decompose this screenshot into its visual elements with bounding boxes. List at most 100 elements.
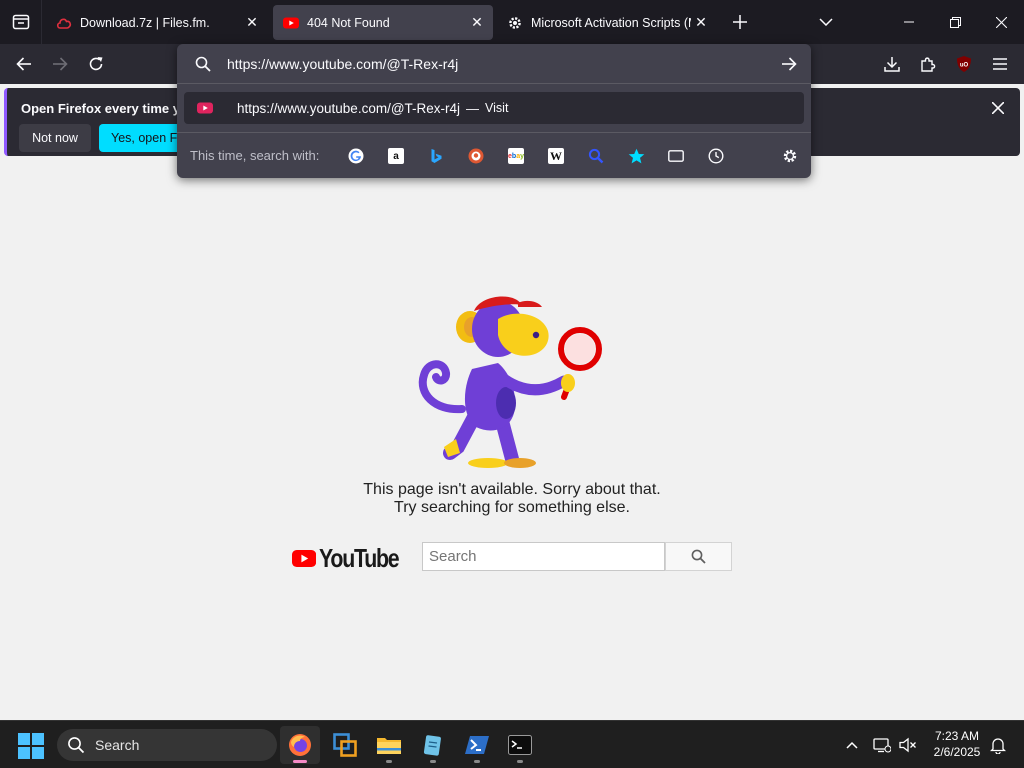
bell-icon <box>990 737 1006 754</box>
restore-icon <box>949 16 961 28</box>
engine-search-button[interactable] <box>585 145 607 167</box>
engine-wikipedia-button[interactable]: W <box>545 145 567 167</box>
taskbar-virtualbox[interactable] <box>325 726 365 764</box>
active-app-indicator <box>293 760 307 763</box>
close-window-button[interactable] <box>978 0 1024 44</box>
taskbar-search-box[interactable]: Search <box>57 729 277 761</box>
taskbar-firefox[interactable] <box>280 726 320 764</box>
engine-amazon-button[interactable]: a <box>385 145 407 167</box>
firefox-view-button[interactable] <box>0 0 42 44</box>
minimize-button[interactable] <box>886 0 932 44</box>
tab-title: Download.7z | Files.fm. <box>80 15 210 30</box>
bing-icon <box>431 149 442 163</box>
search-icon <box>195 56 211 72</box>
url-input-row <box>177 44 811 84</box>
url-suggestion-visit[interactable]: https://www.youtube.com/@T-Rex-r4j — Vis… <box>184 92 804 124</box>
app-menu-button[interactable] <box>984 48 1016 80</box>
firefox-icon <box>289 734 311 756</box>
network-icon <box>873 738 891 753</box>
virtualbox-icon <box>333 733 357 757</box>
page-content: This page isn't available. Sorry about t… <box>0 161 1024 720</box>
speaker-muted-icon <box>899 737 916 753</box>
svg-text:uO: uO <box>960 63 969 69</box>
search-with-label: This time, search with: <box>190 148 320 163</box>
files-fm-icon <box>56 15 72 31</box>
history-search-button[interactable] <box>705 145 727 167</box>
tab-close-icon[interactable]: ✕ <box>242 13 262 33</box>
tab-close-icon[interactable]: ✕ <box>467 13 487 33</box>
ublock-origin-button[interactable]: uO <box>948 48 980 80</box>
clock-time: 7:23 AM <box>934 729 980 743</box>
tabs-search-button[interactable] <box>665 145 687 167</box>
forward-button[interactable] <box>44 48 76 80</box>
windows-taskbar: Search 7:23 AM 2/6/2025 <box>0 720 1024 768</box>
search-icon <box>691 549 706 564</box>
reload-icon <box>89 57 103 71</box>
tab-title: 404 Not Found <box>307 15 390 30</box>
notification-close-button[interactable] <box>988 98 1008 118</box>
network-status-button[interactable] <box>870 721 894 768</box>
suggestion-url: https://www.youtube.com/@T-Rex-r4j <box>237 100 461 116</box>
star-icon <box>628 148 644 163</box>
youtube-icon <box>283 15 299 31</box>
ublock-origin-icon: uO <box>957 56 971 72</box>
notepad-icon <box>423 735 441 756</box>
powershell-icon <box>465 736 489 754</box>
notifications-button[interactable] <box>986 721 1010 768</box>
list-all-tabs-button[interactable] <box>812 8 840 36</box>
go-button[interactable] <box>777 54 801 74</box>
wikipedia-icon: W <box>548 148 564 164</box>
youtube-search-button[interactable] <box>665 542 732 571</box>
running-app-indicator <box>386 760 392 763</box>
tab-404-not-found[interactable]: 404 Not Found ✕ <box>273 5 493 40</box>
new-tab-button[interactable] <box>726 8 754 36</box>
terminal-icon <box>508 735 532 755</box>
tab-strip: Download.7z | Files.fm. ✕ 404 Not Found … <box>0 0 1024 44</box>
chevron-down-icon <box>819 18 833 26</box>
engine-ebay-button[interactable]: ebay <box>505 145 527 167</box>
suggestion-separator: — <box>466 100 480 116</box>
search-icon <box>68 737 85 754</box>
gear-icon <box>783 149 797 163</box>
taskbar-terminal[interactable] <box>500 726 540 764</box>
extensions-button[interactable] <box>912 48 944 80</box>
google-icon <box>348 148 364 164</box>
back-arrow-icon <box>16 57 31 71</box>
running-app-indicator <box>430 760 436 763</box>
plus-icon <box>733 15 747 29</box>
reload-button[interactable] <box>80 48 112 80</box>
back-button[interactable] <box>8 48 40 80</box>
not-now-button[interactable]: Not now <box>19 124 91 152</box>
downloads-button[interactable] <box>876 48 908 80</box>
restore-button[interactable] <box>932 0 978 44</box>
taskbar-notepad[interactable] <box>413 726 453 764</box>
puzzle-icon <box>921 57 936 72</box>
taskbar-file-explorer[interactable] <box>369 726 409 764</box>
error-suggestion: Try searching for something else. <box>394 499 630 516</box>
taskbar-clock[interactable]: 7:23 AM 2/6/2025 <box>924 728 990 760</box>
volume-button[interactable] <box>896 721 920 768</box>
hamburger-menu-icon <box>993 58 1007 70</box>
search-settings-button[interactable] <box>779 145 801 167</box>
tab-close-icon[interactable]: ✕ <box>691 13 711 33</box>
tab-microsoft-activation-scripts[interactable]: Microsoft Activation Scripts (MAS) ✕ <box>497 5 717 40</box>
youtube-icon <box>197 102 213 114</box>
url-input[interactable] <box>227 53 757 75</box>
tab-download-7z[interactable]: Download.7z | Files.fm. ✕ <box>46 5 268 40</box>
folder-icon <box>377 738 401 754</box>
duckduckgo-icon <box>468 148 484 164</box>
youtube-logo[interactable]: YouTube <box>292 543 416 573</box>
show-hidden-icons-button[interactable] <box>840 721 864 768</box>
search-engines-row: This time, search with: a ebay W <box>177 132 811 178</box>
youtube-search-input[interactable] <box>422 542 665 571</box>
windows-start-icon[interactable] <box>18 733 44 759</box>
gear-icon <box>507 15 523 31</box>
engine-bing-button[interactable] <box>425 145 447 167</box>
amazon-icon: a <box>388 148 404 164</box>
engine-duckduckgo-button[interactable] <box>465 145 487 167</box>
bookmarks-search-button[interactable] <box>625 145 647 167</box>
engine-google-button[interactable] <box>345 145 367 167</box>
tab-icon <box>668 150 684 162</box>
taskbar-powershell[interactable] <box>457 726 497 764</box>
close-icon <box>992 102 1004 114</box>
